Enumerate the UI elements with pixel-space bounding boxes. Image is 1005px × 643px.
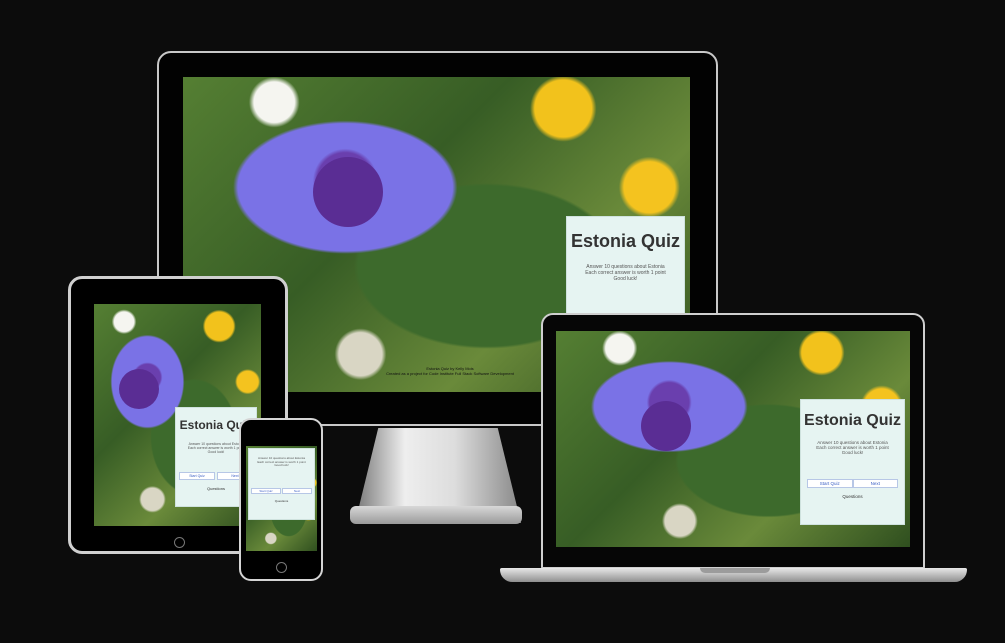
rule-item: Good luck!	[274, 463, 289, 468]
laptop-quiz-card: Estonia Quiz Answer 10 questions about E…	[800, 399, 905, 525]
rules-list: Answer 10 questions about Estonia Each c…	[249, 456, 314, 468]
start-quiz-button[interactable]: Start Quiz	[251, 487, 281, 494]
next-button[interactable]: Next	[282, 487, 312, 494]
rule-item: Good luck!	[613, 276, 638, 282]
rules-list: Answer 10 questions about Estonia Each c…	[801, 440, 904, 455]
desktop-quiz-card: Estonia Quiz Answer 10 questions about E…	[566, 216, 685, 316]
phone-quiz-card: Answer 10 questions about Estonia Each c…	[248, 448, 315, 520]
phone-home-button[interactable]	[276, 562, 287, 573]
start-quiz-button[interactable]: Start Quiz	[179, 472, 215, 480]
tablet-home-button[interactable]	[174, 537, 185, 548]
rules-list: Answer 10 questions about Estonia Each c…	[567, 264, 684, 282]
start-quiz-button[interactable]: Start Quiz	[807, 479, 853, 488]
monitor-base	[350, 506, 522, 524]
rule-item: Good luck!	[841, 450, 864, 455]
quiz-title: Estonia Quiz	[570, 231, 680, 251]
score-label: Questions	[274, 498, 289, 503]
next-button[interactable]: Next	[852, 479, 898, 488]
quiz-title: Estonia Quiz	[804, 412, 901, 429]
score-label: Questions	[842, 494, 863, 499]
laptop-notch	[700, 568, 770, 573]
